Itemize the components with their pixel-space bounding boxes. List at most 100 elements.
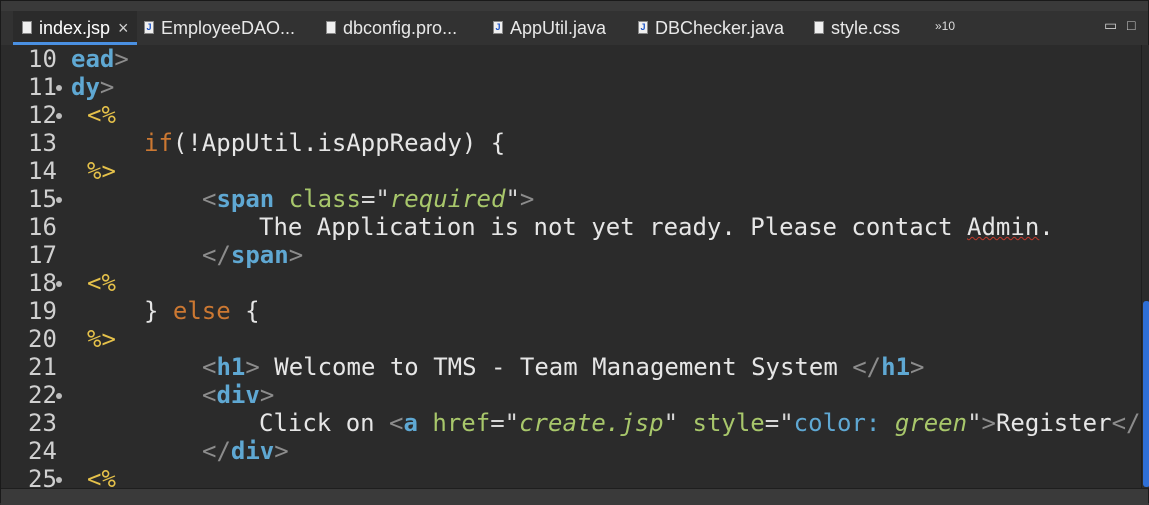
code-token: dy — [71, 73, 100, 101]
code-line[interactable]: 20 %> — [1, 325, 1141, 353]
tab-label: EmployeeDAO... — [161, 17, 296, 38]
code-token: class — [274, 185, 361, 213]
code-token: > — [274, 437, 289, 465]
tab-employeedao[interactable]: J EmployeeDAO... — [144, 11, 295, 45]
scrollbar-thumb[interactable] — [1143, 301, 1149, 487]
code-token: < — [202, 353, 217, 381]
tab-overflow-button[interactable]: »10 — [935, 19, 955, 33]
jsp-file-icon — [22, 20, 32, 34]
code-token: <% — [87, 101, 116, 129]
code-text[interactable]: <h1> Welcome to TMS - Team Management Sy… — [202, 353, 925, 381]
toolbar-strip — [1, 1, 1148, 11]
java-file-icon: J — [144, 20, 154, 34]
code-line[interactable]: 18 <% — [1, 269, 1141, 297]
tab-apputil[interactable]: J AppUtil.java — [493, 11, 606, 45]
code-text[interactable]: </span> — [202, 241, 303, 269]
fold-toggle-icon[interactable] — [56, 197, 62, 203]
code-token: href — [417, 409, 491, 437]
code-text[interactable]: Click on <a href="create.jsp" style="col… — [259, 409, 1140, 437]
line-number: 13 — [28, 129, 57, 157]
code-line[interactable]: 21 <h1> Welcome to TMS - Team Management … — [1, 353, 1141, 381]
code-editor[interactable]: 10 ead> 11 dy> 12 <% 13 if(!AppUtil.isAppReady)… — [1, 45, 1141, 488]
fold-toggle-icon[interactable] — [56, 85, 62, 91]
code-token: > — [245, 353, 260, 381]
code-token: green — [894, 409, 968, 437]
line-number: 20 — [28, 325, 57, 353]
code-text[interactable]: <div> — [202, 381, 274, 409]
code-token: %> — [87, 325, 116, 353]
code-token: Click on — [259, 409, 390, 437]
code-line[interactable]: 11 dy> — [1, 73, 1141, 101]
code-line[interactable]: 24 </div> — [1, 437, 1141, 465]
code-text[interactable]: if(!AppUtil.isAppReady) { — [144, 129, 505, 157]
code-text[interactable]: ead> — [71, 45, 129, 73]
tab-label: dbconfig.pro... — [343, 17, 458, 38]
code-line[interactable]: 25 <% — [1, 465, 1141, 488]
minimize-icon[interactable]: ▭ — [1104, 17, 1117, 34]
code-token: ead — [71, 45, 115, 73]
code-text[interactable]: <% — [87, 101, 116, 129]
code-token: style — [678, 409, 765, 437]
code-line[interactable]: 16 The Application is not yet ready. Plea… — [1, 213, 1141, 241]
close-icon[interactable]: × — [118, 18, 129, 39]
line-number: 16 — [28, 213, 57, 241]
code-line[interactable]: 17 </span> — [1, 241, 1141, 269]
code-token: </ — [202, 241, 231, 269]
code-text[interactable]: dy> — [71, 73, 114, 101]
java-file-icon: J — [638, 20, 648, 34]
fold-toggle-icon[interactable] — [56, 393, 62, 399]
code-text[interactable]: <% — [87, 465, 116, 488]
code-token: > — [910, 353, 925, 381]
code-text[interactable]: } else { — [144, 297, 260, 325]
code-line[interactable]: 23 Click on <a href="create.jsp" style="c… — [1, 409, 1141, 437]
line-number: 25 — [28, 465, 57, 488]
code-token: div — [230, 437, 275, 465]
bottom-panel-tabs — [1, 488, 1148, 505]
code-text[interactable]: %> — [87, 157, 116, 185]
code-token: " — [967, 409, 982, 437]
code-text[interactable]: %> — [87, 325, 116, 353]
code-token: > — [99, 73, 115, 101]
editor-tab-bar: index.jsp × J EmployeeDAO... dbconfig.pr… — [1, 11, 1148, 46]
code-token: span — [230, 241, 289, 269]
java-file-icon: J — [493, 20, 503, 34]
code-text[interactable]: </div> — [202, 437, 289, 465]
maximize-icon[interactable]: □ — [1127, 17, 1135, 33]
code-line[interactable]: 19} else { — [1, 297, 1141, 325]
line-number: 24 — [28, 437, 57, 465]
tab-dbconfig[interactable]: dbconfig.pro... — [326, 11, 457, 45]
code-text[interactable]: <% — [87, 269, 116, 297]
code-token: <% — [87, 269, 116, 297]
code-token: div — [216, 381, 260, 409]
code-line[interactable]: 10 ead> — [1, 45, 1141, 73]
line-number: 14 — [28, 157, 57, 185]
fold-toggle-icon[interactable] — [56, 477, 62, 483]
code-token: Welcome to TMS - Team Management System — [259, 353, 853, 381]
line-number: 15 — [28, 185, 57, 213]
code-token: color: — [793, 409, 881, 437]
code-text[interactable]: The Application is not yet ready. Please… — [259, 213, 1054, 241]
code-line[interactable]: 15 <span class="required"> — [1, 185, 1141, 213]
tab-dbchecker[interactable]: J DBChecker.java — [638, 11, 784, 45]
code-line[interactable]: 22 <div> — [1, 381, 1141, 409]
fold-toggle-icon[interactable] — [56, 281, 62, 287]
tab-index-jsp[interactable]: index.jsp × — [13, 11, 137, 45]
code-token: > — [288, 241, 304, 269]
code-token: else — [172, 297, 231, 325]
tab-style-css[interactable]: style.css — [814, 11, 900, 45]
code-token: (!AppUtil.isAppReady) { — [172, 129, 506, 157]
code-token: h1 — [881, 353, 911, 381]
line-number: 12 — [28, 101, 57, 129]
code-token: </ — [1111, 409, 1141, 437]
code-line[interactable]: 12 <% — [1, 101, 1141, 129]
code-line[interactable]: 14 %> — [1, 157, 1141, 185]
properties-file-icon — [326, 20, 336, 34]
fold-toggle-icon[interactable] — [56, 113, 62, 119]
code-token: Admin — [967, 213, 1040, 241]
line-number: 17 — [28, 241, 57, 269]
code-text[interactable]: <span class="required"> — [202, 185, 534, 213]
vertical-scrollbar[interactable] — [1141, 45, 1149, 488]
code-line[interactable]: 13 if(!AppUtil.isAppReady) { — [1, 129, 1141, 157]
tab-label: AppUtil.java — [510, 17, 607, 38]
